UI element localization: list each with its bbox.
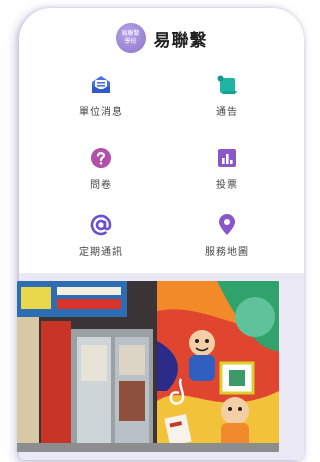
- menu-item-vote[interactable]: 投票: [167, 146, 287, 202]
- envelope-news-icon: [92, 76, 110, 93]
- banner-photo[interactable]: [17, 281, 279, 452]
- menu-item-newsletter[interactable]: 定期通訊: [41, 213, 161, 269]
- app-header: 易聯繫 學校 易聯繫: [19, 18, 304, 58]
- menu-item-label: 投票: [216, 180, 238, 191]
- menu-item-label: 服務地圖: [205, 247, 249, 258]
- question-circle-icon: [91, 148, 111, 168]
- logo-text: 易聯繫: [121, 30, 140, 37]
- menu-item-label: 定期通訊: [79, 247, 123, 258]
- menu-item-label: 單位消息: [79, 107, 123, 118]
- at-sign-icon: [90, 214, 112, 236]
- scroll-notice-icon: [217, 75, 237, 94]
- app-title: 易聯繫: [153, 30, 208, 51]
- menu-item-survey[interactable]: 問卷: [41, 146, 161, 202]
- menu-item-notice[interactable]: 通告: [167, 73, 287, 129]
- logo-subtext: 學校: [124, 38, 137, 45]
- app-logo: 易聯繫 學校: [115, 23, 146, 53]
- bar-chart-vote-icon: [218, 149, 236, 167]
- menu-item-unit-news[interactable]: 單位消息: [41, 73, 161, 129]
- menu-item-service-map[interactable]: 服務地圖: [167, 213, 287, 269]
- menu-item-label: 通告: [216, 107, 238, 118]
- menu-item-label: 問卷: [90, 180, 112, 191]
- map-pin-icon: [219, 214, 235, 235]
